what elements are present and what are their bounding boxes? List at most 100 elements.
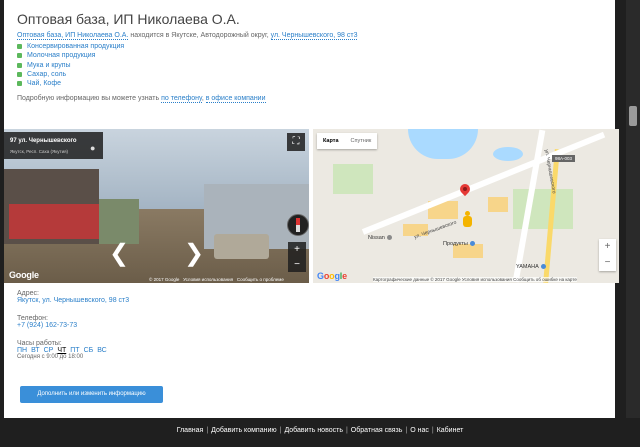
footer-separator: |: [431, 427, 434, 434]
check-icon: [17, 72, 22, 78]
footer-separator: |: [279, 427, 282, 434]
shop-icon: [386, 235, 392, 241]
footer-separator: |: [206, 427, 209, 434]
shop-icon: [540, 264, 546, 270]
more-info: Подробную информацию вы можете узнать по…: [17, 95, 266, 103]
category-item[interactable]: Чай, Кофе: [17, 79, 124, 88]
office-link[interactable]: в офисе компании: [205, 95, 266, 103]
check-icon: [17, 44, 22, 50]
check-icon: [17, 81, 22, 87]
compass-icon[interactable]: [287, 214, 309, 236]
map-zoom-in-button[interactable]: +: [599, 239, 616, 255]
map-type-tabs: Карта Спутник: [317, 133, 378, 149]
category-list: Консервированная продукция Молочная прод…: [17, 42, 124, 88]
today-hours: Сегодня с 9:00 до 18:00: [17, 354, 84, 360]
poi-yamaha-label: YAMAHA: [516, 264, 539, 270]
google-logo: Google: [9, 270, 39, 280]
map-footer[interactable]: Картографические данные © 2017 Google Ус…: [373, 277, 577, 282]
address-link[interactable]: ул. Чернышевского, 98 ст3: [270, 32, 358, 40]
cart-icon: [469, 241, 475, 247]
phone-value-link[interactable]: +7 (924) 162-73-73: [17, 322, 77, 329]
report-link[interactable]: Сообщить о проблеме: [237, 277, 284, 282]
category-item[interactable]: Молочная продукция: [17, 51, 124, 60]
address-label: Адрес:: [17, 290, 39, 297]
check-icon: [17, 53, 22, 59]
content-card: Оптовая база, ИП Николаева О.А. Оптовая …: [4, 0, 619, 418]
scrollbar-thumb[interactable]: [629, 106, 637, 126]
check-icon: [17, 62, 22, 68]
category-item[interactable]: Консервированная продукция: [17, 42, 124, 51]
location-pin-icon[interactable]: ●: [90, 143, 95, 153]
map-water: [408, 129, 478, 159]
map-panel[interactable]: Карта Спутник 98А-003 ул. Чернышевского …: [313, 129, 619, 283]
footer-link-add-news[interactable]: Добавить новость: [284, 427, 343, 434]
arrow-right-icon[interactable]: ❯: [184, 239, 204, 268]
company-link[interactable]: Оптовая база, ИП Николаева О.А.: [17, 32, 129, 40]
street-view-title: 97 ул. Чернышевского: [10, 138, 77, 144]
poi-products-label: Продукты: [443, 241, 468, 247]
poi-yamaha[interactable]: YAMAHA: [516, 264, 546, 270]
copyright-text: © 2017 Google: [149, 277, 180, 282]
more-info-text: Подробную информацию вы можете узнать: [17, 95, 162, 102]
map-marker-center: [463, 187, 467, 191]
street-view-panel[interactable]: 97 ул. Чернышевского Якутск, Респ. Саха …: [4, 129, 309, 283]
day-sun[interactable]: ВС: [97, 347, 107, 354]
street-view-zoom: + −: [288, 242, 306, 272]
street-view-fence: [99, 199, 139, 244]
footer-link-home[interactable]: Главная: [177, 427, 204, 434]
contact-info: Адрес: Якутск, ул. Чернышевского, 98 ст3…: [17, 290, 129, 360]
google-logo: Google: [317, 271, 347, 281]
street-view-footer: © 2017 Google Условия использования Сооб…: [149, 277, 284, 282]
map-park: [333, 164, 373, 194]
category-item[interactable]: Сахар, соль: [17, 70, 124, 79]
tab-map[interactable]: Карта: [317, 133, 345, 149]
category-link[interactable]: Сахар, соль: [27, 70, 66, 79]
poi-nissan[interactable]: Nissan: [368, 235, 392, 241]
edit-info-button[interactable]: Дополнить или изменить информацию: [20, 386, 163, 403]
zoom-in-button[interactable]: +: [288, 242, 306, 257]
footer-link-cabinet[interactable]: Кабинет: [437, 427, 464, 434]
category-link[interactable]: Консервированная продукция: [27, 42, 124, 51]
pegman-icon[interactable]: [463, 211, 472, 227]
intro-text: находится в Якутске, Автодорожный округ,: [128, 32, 271, 39]
footer-link-feedback[interactable]: Обратная связь: [351, 427, 403, 434]
day-mon[interactable]: ПН: [17, 347, 27, 354]
category-link[interactable]: Мука и крупы: [27, 61, 71, 70]
phone-label: Телефон:: [17, 315, 48, 322]
map-water: [493, 147, 523, 161]
page-title: Оптовая база, ИП Николаева О.А.: [17, 11, 240, 27]
hours-label: Часы работы:: [17, 340, 62, 347]
poi-products[interactable]: Продукты: [443, 241, 475, 247]
phone-link[interactable]: по телефону: [161, 95, 202, 103]
day-thu[interactable]: ЧТ: [57, 347, 66, 354]
fullscreen-icon[interactable]: ⛶: [287, 133, 305, 151]
address-value-link[interactable]: Якутск, ул. Чернышевского, 98 ст3: [17, 297, 129, 304]
footer-link-add-company[interactable]: Добавить компанию: [211, 427, 276, 434]
street-view-address-box: 97 ул. Чернышевского Якутск, Респ. Саха …: [4, 132, 103, 159]
map-zoom-control: + −: [599, 239, 616, 271]
footer-separator: |: [405, 427, 408, 434]
map-plot: [488, 197, 508, 212]
day-tue[interactable]: ВТ: [31, 347, 39, 354]
street-view-shopfront: [9, 204, 99, 239]
street-view-vehicle: [214, 234, 269, 259]
category-link[interactable]: Чай, Кофе: [27, 79, 61, 88]
tab-satellite[interactable]: Спутник: [345, 133, 378, 149]
arrow-left-icon[interactable]: ❮: [109, 239, 129, 268]
day-sat[interactable]: СБ: [84, 347, 94, 354]
company-intro: Оптовая база, ИП Николаева О.А. находитс…: [17, 32, 358, 40]
zoom-out-button[interactable]: −: [288, 257, 306, 272]
day-fri[interactable]: ПТ: [70, 347, 79, 354]
footer-link-about[interactable]: О нас: [410, 427, 429, 434]
road-badge: 98А-003: [552, 155, 576, 162]
weekdays: ПН ВТ СР ЧТ ПТ СБ ВС: [17, 347, 129, 354]
terms-link[interactable]: Условия использования: [183, 277, 233, 282]
category-link[interactable]: Молочная продукция: [27, 51, 95, 60]
footer-separator: |: [345, 427, 348, 434]
poi-nissan-label: Nissan: [368, 235, 385, 241]
day-wed[interactable]: СР: [44, 347, 54, 354]
map-zoom-out-button[interactable]: −: [599, 255, 616, 271]
scrollbar[interactable]: [626, 0, 640, 418]
site-footer: Главная | Добавить компанию | Добавить новос…: [0, 427, 640, 434]
category-item[interactable]: Мука и крупы: [17, 61, 124, 70]
